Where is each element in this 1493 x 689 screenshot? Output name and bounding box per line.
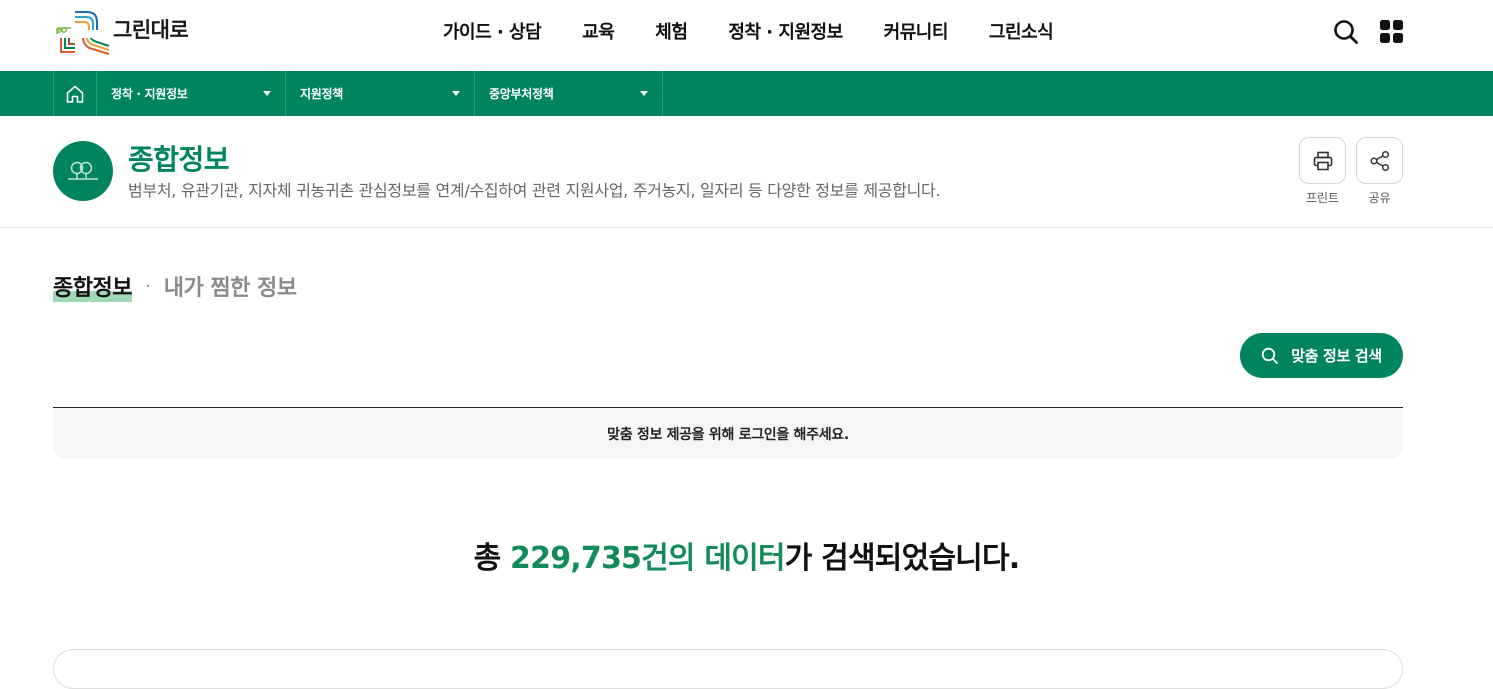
page-description: 범부처, 유관기관, 지자체 귀농귀촌 관심정보를 연계/수집하여 관련 지원사…: [128, 181, 941, 200]
page-title-area: 종합정보 범부처, 유관기관, 지자체 귀농귀촌 관심정보를 연계/수집하여 관…: [0, 116, 1493, 228]
custom-search-button[interactable]: 맞춤 정보 검색: [1240, 333, 1403, 378]
location-label-depth3: 중앙부처정책: [489, 87, 554, 101]
site-header: 그린대로 가이드 · 상담 교육 체험 정착 · 지원정보 커뮤니티 그린소식: [0, 0, 1493, 71]
result-count: 총 229,735건의 데이터가 검색되었습니다.: [0, 533, 1493, 577]
location-dropdown-depth3[interactable]: 중앙부처정책: [475, 71, 663, 116]
content-tabs: 종합정보 · 내가 찜한 정보: [53, 270, 297, 302]
print-button[interactable]: [1299, 137, 1346, 184]
main-nav: 가이드 · 상담 교육 체험 정착 · 지원정보 커뮤니티 그린소식: [443, 18, 1054, 44]
custom-search-label: 맞춤 정보 검색: [1291, 347, 1382, 365]
nav-experience[interactable]: 체험: [655, 18, 688, 44]
caret-down-icon: [452, 91, 460, 96]
home-button[interactable]: [53, 71, 97, 116]
location-label-depth1: 정착 · 지원정보: [111, 87, 188, 101]
share-label: 공유: [1368, 191, 1391, 205]
location-bar: 정착 · 지원정보 지원정책 중앙부처정책: [0, 71, 1493, 116]
tab-overall-info[interactable]: 종합정보: [53, 270, 132, 302]
printer-icon: [1313, 151, 1332, 170]
location-dropdown-depth2[interactable]: 지원정책: [286, 71, 475, 116]
logo-text: 그린대로: [113, 18, 189, 42]
location-label-depth2: 지원정책: [300, 87, 343, 101]
login-notice: 맞춤 정보 제공을 위해 로그인을 해주세요.: [53, 407, 1403, 459]
site-logo[interactable]: 그린대로: [53, 8, 189, 58]
tree-icon: [68, 161, 98, 180]
caret-down-icon: [263, 91, 271, 96]
nav-news[interactable]: 그린소식: [989, 18, 1054, 44]
tab-favorite-info[interactable]: 내가 찜한 정보: [164, 270, 297, 302]
result-suffix: 가 검색되었습니다.: [784, 541, 1020, 576]
share-icon: [1369, 150, 1389, 171]
search-icon: [1261, 347, 1279, 364]
page-title: 종합정보: [128, 143, 230, 176]
login-notice-text: 맞춤 정보 제공을 위해 로그인을 해주세요.: [607, 426, 849, 443]
nav-education[interactable]: 교육: [582, 18, 615, 44]
caret-down-icon: [640, 91, 648, 96]
all-menu-icon[interactable]: [1379, 19, 1405, 45]
share-button[interactable]: [1356, 137, 1403, 184]
nav-settlement[interactable]: 정착 · 지원정보: [728, 18, 843, 44]
tab-separator: ·: [144, 275, 151, 297]
logo-icon: [56, 11, 110, 55]
nav-community[interactable]: 커뮤니티: [884, 18, 949, 44]
result-prefix: 총: [473, 541, 511, 576]
search-icon[interactable]: [1333, 19, 1359, 45]
location-dropdown-depth1[interactable]: 정착 · 지원정보: [97, 71, 286, 116]
title-badge: [53, 141, 113, 201]
nav-guide[interactable]: 가이드 · 상담: [443, 18, 542, 44]
result-list-card: [53, 649, 1403, 689]
result-count-value: 229,735건의 데이터: [510, 541, 785, 576]
print-label: 프린트: [1305, 191, 1340, 205]
home-icon: [66, 85, 84, 103]
